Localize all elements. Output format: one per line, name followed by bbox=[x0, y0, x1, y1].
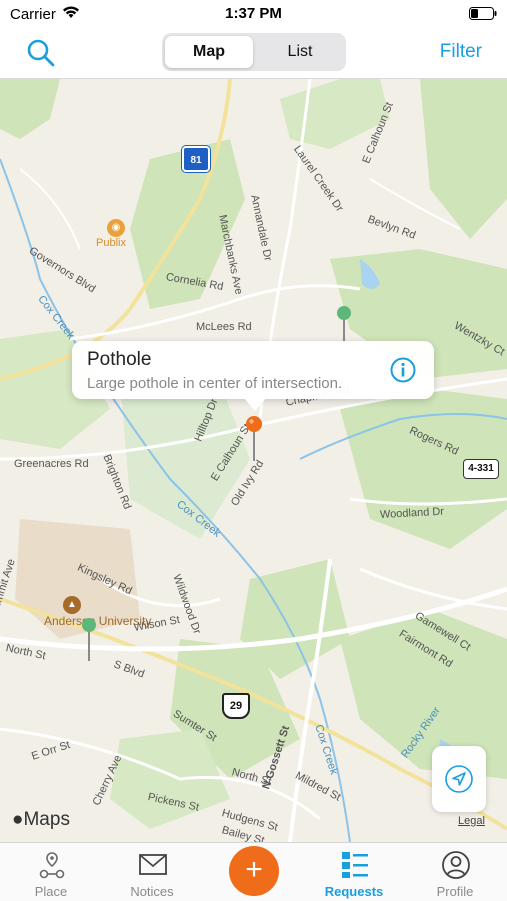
segment-list[interactable]: List bbox=[256, 36, 344, 68]
callout-pointer bbox=[244, 398, 266, 411]
tab-requests[interactable]: Requests bbox=[304, 843, 404, 901]
filter-button[interactable]: Filter bbox=[440, 41, 482, 63]
map-pin-green[interactable] bbox=[79, 617, 99, 663]
add-request-button[interactable]: + bbox=[229, 846, 279, 896]
legal-link[interactable]: Legal bbox=[458, 815, 485, 827]
envelope-icon bbox=[139, 854, 167, 875]
pin-callout[interactable]: Pothole Large pothole in center of inter… bbox=[72, 341, 434, 411]
pins-icon bbox=[39, 852, 65, 879]
clock: 1:37 PM bbox=[225, 5, 282, 22]
segment-map[interactable]: Map bbox=[165, 36, 253, 68]
locate-me-button[interactable] bbox=[432, 746, 486, 812]
location-arrow-icon bbox=[445, 765, 473, 793]
map-label: Publix bbox=[96, 237, 126, 249]
map-pin-orange[interactable] bbox=[244, 415, 264, 463]
map-label: McLees Rd bbox=[196, 321, 252, 333]
battery-icon bbox=[469, 7, 497, 20]
tab-notices[interactable]: Notices bbox=[102, 843, 202, 901]
us-81-shield: 81 bbox=[182, 146, 210, 172]
tab-profile[interactable]: Profile bbox=[405, 843, 505, 901]
map-list-segmented-control: Map List bbox=[162, 33, 346, 71]
status-bar: Carrier 1:37 PM bbox=[0, 0, 507, 28]
search-icon[interactable] bbox=[26, 38, 56, 68]
map-view[interactable]: Publix Governors Blvd Cox Creek Cornelia… bbox=[0, 79, 507, 842]
tab-place[interactable]: Place bbox=[1, 843, 101, 901]
university-marker-icon[interactable]: ▲ bbox=[63, 596, 81, 614]
apple-maps-attribution: ●Maps bbox=[12, 809, 70, 830]
apple-logo-icon: ● bbox=[12, 809, 24, 830]
us-29-shield: 29 bbox=[222, 693, 250, 719]
info-icon[interactable] bbox=[390, 357, 416, 383]
callout-subtitle: Large pothole in center of intersection. bbox=[87, 375, 343, 392]
tab-label: Place bbox=[34, 884, 68, 899]
person-icon bbox=[442, 851, 470, 879]
nav-bar: Map List Filter bbox=[0, 28, 507, 79]
callout-title: Pothole bbox=[87, 349, 152, 370]
list-icon bbox=[342, 852, 368, 878]
store-marker-icon[interactable]: ◉ bbox=[107, 219, 125, 237]
tab-label: Notices bbox=[130, 884, 174, 899]
tab-label: Profile bbox=[436, 884, 474, 899]
map-label: Greenacres Rd bbox=[14, 458, 89, 470]
route-4-331-shield: 4-331 bbox=[463, 459, 499, 479]
tab-label: Requests bbox=[324, 884, 384, 899]
